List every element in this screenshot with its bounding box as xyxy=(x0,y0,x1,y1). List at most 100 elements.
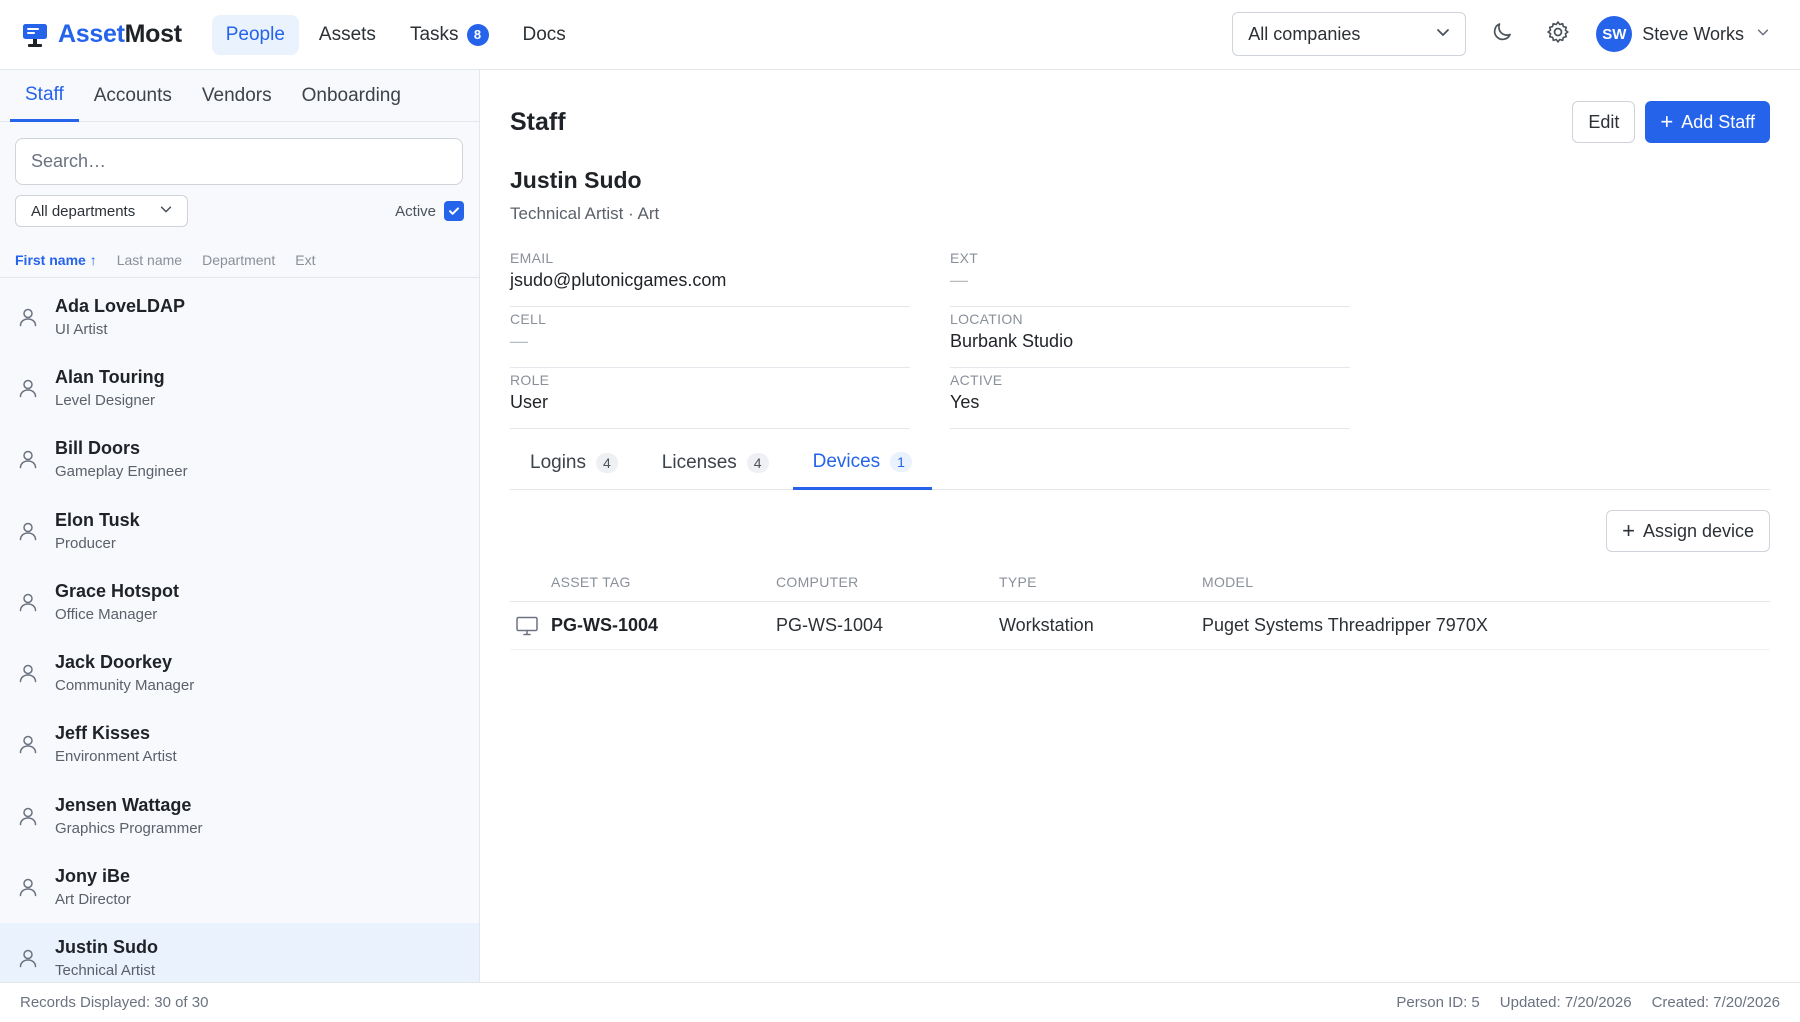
person-icon xyxy=(17,448,39,470)
nav-docs[interactable]: Docs xyxy=(509,15,580,55)
list-item[interactable]: Jensen Wattage Graphics Programmer xyxy=(0,780,479,851)
tab-licenses[interactable]: Licenses 4 xyxy=(642,436,789,490)
col-computer[interactable]: COMPUTER xyxy=(776,574,999,590)
col-model[interactable]: MODEL xyxy=(1202,574,1770,590)
list-item[interactable]: Ada LoveLDAP UI Artist xyxy=(0,281,479,352)
dark-mode-button[interactable] xyxy=(1482,14,1522,54)
person-icon xyxy=(17,805,39,827)
field-cell: CELL — xyxy=(510,307,910,368)
person-title: Art Director xyxy=(55,891,131,909)
table-row[interactable]: PG-WS-1004 PG-WS-1004 Workstation Puget … xyxy=(510,602,1770,650)
monitor-icon xyxy=(510,616,551,636)
add-staff-button[interactable]: + Add Staff xyxy=(1645,101,1770,143)
person-subtitle: Technical Artist · Art xyxy=(510,204,660,223)
person-header: Justin Sudo Technical Artist · Art xyxy=(510,167,659,224)
tab-staff[interactable]: Staff xyxy=(10,70,79,122)
top-bar: AssetMost People Assets Tasks 8 Docs All … xyxy=(0,0,1800,70)
nav-assets[interactable]: Assets xyxy=(305,15,390,55)
person-name: Ada LoveLDAP xyxy=(55,295,186,316)
people-list: Ada LoveLDAP UI Artist Alan Touring Level … xyxy=(0,281,479,994)
chevron-down-icon xyxy=(159,202,173,220)
list-item[interactable]: Elon Tusk Producer xyxy=(0,495,479,566)
person-name: Jensen Wattage xyxy=(55,794,192,815)
nav-tasks[interactable]: Tasks 8 xyxy=(396,15,503,55)
assign-device-button[interactable]: + Assign device xyxy=(1606,510,1770,552)
list-item[interactable]: Bill Doors Gameplay Engineer xyxy=(0,424,479,495)
person-title: Producer xyxy=(55,534,116,552)
sort-header: First name ↑ Last name Department Ext xyxy=(0,242,479,278)
person-title: Graphics Programmer xyxy=(55,819,203,837)
person-name: Alan Touring xyxy=(55,366,165,387)
user-menu[interactable]: SW Steve Works xyxy=(1596,16,1770,52)
person-icon xyxy=(17,520,39,542)
status-footer: Records Displayed: 30 of 30 Person ID: 5… xyxy=(0,982,1800,1022)
cell-computer: PG-WS-1004 xyxy=(776,615,884,635)
person-name: Elon Tusk xyxy=(55,509,140,530)
tab-onboarding[interactable]: Onboarding xyxy=(287,70,416,122)
tab-devices[interactable]: Devices 1 xyxy=(792,436,932,490)
detail-tabs: Logins 4 Licenses 4 Devices 1 xyxy=(510,436,1770,490)
list-item[interactable]: Jack Doorkey Community Manager xyxy=(0,637,479,708)
person-icon xyxy=(17,591,39,613)
field-location: LOCATION Burbank Studio xyxy=(950,307,1350,368)
col-type[interactable]: TYPE xyxy=(999,574,1202,590)
cell-model: Puget Systems Threadripper 7970X xyxy=(1202,615,1488,635)
sort-ext[interactable]: Ext xyxy=(295,252,315,268)
tab-vendors[interactable]: Vendors xyxy=(187,70,287,122)
tasks-count-badge: 8 xyxy=(466,23,489,46)
sort-last-name[interactable]: Last name xyxy=(117,252,182,268)
nav-people[interactable]: People xyxy=(211,14,299,55)
person-name: Justin Sudo xyxy=(55,937,158,958)
logins-count: 4 xyxy=(596,453,618,473)
list-item[interactable]: Alan Touring Level Designer xyxy=(0,352,479,423)
page-title: Staff xyxy=(510,108,566,136)
plus-icon: + xyxy=(1660,109,1674,134)
active-filter-label: Active xyxy=(395,202,436,220)
active-checkbox[interactable] xyxy=(444,201,464,221)
gear-icon xyxy=(1545,19,1571,50)
person-title: Office Manager xyxy=(55,605,158,623)
tab-accounts[interactable]: Accounts xyxy=(79,70,187,122)
cell-asset-tag[interactable]: PG-WS-1004 xyxy=(551,615,776,636)
brand-name: AssetMost xyxy=(58,20,182,48)
chevron-down-icon xyxy=(1435,24,1451,45)
field-role: ROLE User xyxy=(510,368,910,429)
devices-count: 1 xyxy=(890,451,912,472)
sort-first-name[interactable]: First name ↑ xyxy=(15,252,97,268)
list-item[interactable]: Jeff Kisses Environment Artist xyxy=(0,709,479,780)
person-icon xyxy=(17,662,39,684)
edit-button[interactable]: Edit xyxy=(1572,101,1636,143)
col-asset-tag[interactable]: ASSET TAG xyxy=(551,574,776,590)
cell-type: Workstation xyxy=(999,615,1094,635)
staff-sidebar: Staff Accounts Vendors Onboarding All de… xyxy=(0,70,480,994)
person-fields: EMAIL jsudo@plutonicgames.com EXT — CELL… xyxy=(510,246,1350,429)
settings-button[interactable] xyxy=(1538,14,1578,54)
sort-department[interactable]: Department xyxy=(202,252,275,268)
updated-date: Updated: 7/20/2026 xyxy=(1499,994,1632,1011)
email-value[interactable]: jsudo@plutonicgames.com xyxy=(510,270,910,291)
created-date: Created: 7/20/2026 xyxy=(1651,994,1780,1011)
person-name: Jony iBe xyxy=(55,866,131,887)
person-name: Jack Doorkey xyxy=(55,652,173,673)
company-select[interactable]: All companies xyxy=(1232,12,1467,56)
list-item[interactable]: Jony iBe Art Director xyxy=(0,851,479,922)
user-name: Steve Works xyxy=(1642,23,1744,44)
person-name: Jeff Kisses xyxy=(55,723,151,744)
chevron-down-icon xyxy=(1756,25,1770,44)
department-select[interactable]: All departments xyxy=(15,195,188,227)
field-ext: EXT — xyxy=(950,246,1350,307)
tab-logins[interactable]: Logins 4 xyxy=(510,436,638,490)
avatar: SW xyxy=(1596,16,1633,52)
search-input[interactable] xyxy=(31,151,447,172)
list-item[interactable]: Grace Hotspot Office Manager xyxy=(0,566,479,637)
plus-icon: + xyxy=(1622,518,1635,543)
person-icon xyxy=(17,876,39,898)
field-active: ACTIVE Yes xyxy=(950,368,1350,429)
person-id: Person ID: 5 xyxy=(1396,994,1480,1011)
app-logo[interactable]: AssetMost xyxy=(22,20,182,49)
person-icon xyxy=(17,733,39,755)
person-title: Technical Artist xyxy=(55,962,156,980)
records-count: Records Displayed: 30 of 30 xyxy=(20,994,209,1011)
person-title: Level Designer xyxy=(55,391,156,409)
active-filter: Active xyxy=(395,201,464,221)
